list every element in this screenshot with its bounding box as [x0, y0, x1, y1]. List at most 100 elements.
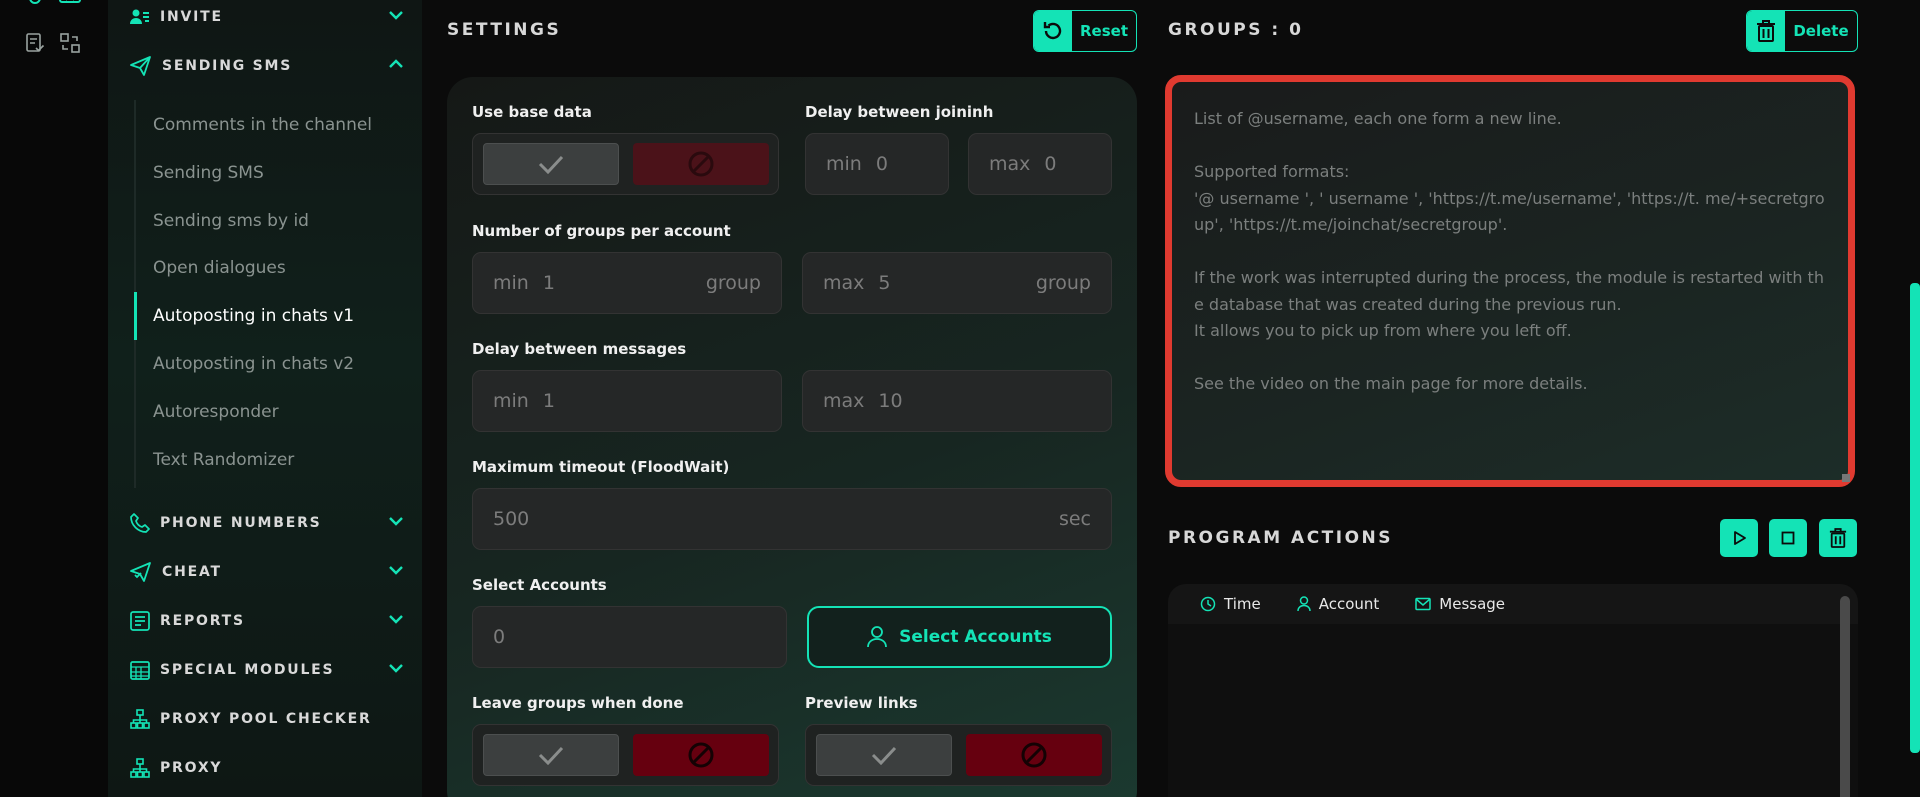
max-prefix: max [823, 272, 865, 294]
accounts-count: 0 [493, 626, 506, 648]
max-prefix: max [989, 153, 1031, 175]
group-suffix: group [705, 272, 761, 294]
sidebar-item-autoposting-v1[interactable]: Autoposting in chats v1 [153, 306, 354, 326]
nav-proxy-pool-checker-label: PROXY POOL CHECKER [160, 711, 372, 727]
min-prefix: min [493, 390, 529, 412]
max-value: 10 [878, 390, 903, 412]
settings-title: SETTINGS [447, 20, 562, 40]
send-icon [130, 56, 151, 76]
calendar-grid-icon [130, 661, 150, 680]
nav-phone-numbers-label: PHONE NUMBERS [160, 515, 322, 531]
max-timeout-input[interactable]: 500 sec [472, 488, 1112, 550]
max-prefix: max [823, 390, 865, 412]
select-accounts-button[interactable]: Select Accounts [807, 606, 1112, 668]
toggle-on-button[interactable] [816, 734, 952, 776]
page-scrollbar[interactable] [1910, 283, 1920, 753]
use-base-data-label: Use base data [472, 103, 592, 121]
reset-button[interactable]: Reset [1033, 10, 1137, 52]
sidebar-item-comments[interactable]: Comments in the channel [153, 115, 372, 135]
sidebar-item-text-randomizer[interactable]: Text Randomizer [153, 450, 294, 470]
max-value: 0 [1044, 153, 1057, 175]
nav-phone-numbers[interactable]: PHONE NUMBERS [130, 511, 404, 535]
toggle-off-button[interactable] [966, 734, 1102, 776]
sidebar: INVITE SENDING SMS Comments in the chann… [108, 0, 422, 797]
use-base-data-toggle [472, 133, 779, 195]
delay-messages-max-input[interactable]: max 10 [802, 370, 1112, 432]
network-icon [130, 709, 150, 729]
nav-special-modules-label: SPECIAL MODULES [160, 662, 335, 678]
min-prefix: min [826, 153, 862, 175]
nav-invite-label: INVITE [160, 9, 223, 25]
nav-sending-sms[interactable]: SENDING SMS [130, 54, 404, 78]
network-icon [130, 758, 150, 778]
sidebar-item-open-dialogues[interactable]: Open dialogues [153, 258, 286, 278]
groups-placeholder: List of @username, each one form a new l… [1194, 109, 1825, 393]
reset-label: Reset [1080, 22, 1128, 40]
trash-icon [1757, 20, 1775, 42]
delete-button[interactable]: Delete [1746, 10, 1858, 52]
document-check-icon[interactable] [24, 32, 46, 54]
delay-messages-min-input[interactable]: min 1 [472, 370, 782, 432]
submenu-active-indicator [134, 292, 137, 340]
column-time[interactable]: Time [1200, 595, 1261, 613]
toggle-off-button[interactable] [633, 734, 769, 776]
phone-icon [130, 513, 150, 533]
icon-rail [0, 0, 108, 797]
sec-suffix: sec [1058, 508, 1091, 530]
groups-max-input[interactable]: max 5 group [802, 252, 1112, 314]
play-button[interactable] [1720, 519, 1758, 557]
chevron-down-icon [389, 517, 403, 526]
trash-icon [1829, 528, 1847, 548]
user-icon [867, 626, 888, 648]
groups-min-input[interactable]: min 1 group [472, 252, 782, 314]
leave-groups-toggle [472, 724, 779, 786]
accounts-count-input[interactable]: 0 [472, 606, 787, 668]
timeout-value: 500 [493, 508, 530, 530]
chevron-down-icon [389, 615, 403, 624]
sidebar-item-sending-sms[interactable]: Sending SMS [153, 163, 264, 183]
action-log-table: Time Account Message [1168, 584, 1858, 797]
nav-reports[interactable]: REPORTS [130, 609, 404, 633]
preview-links-toggle [805, 724, 1112, 786]
toggle-off-button[interactable] [633, 143, 769, 185]
groups-textarea[interactable]: List of @username, each one form a new l… [1165, 75, 1855, 487]
chevron-down-icon [389, 11, 403, 20]
log-scrollbar[interactable] [1840, 596, 1850, 797]
nav-invite[interactable]: INVITE [130, 5, 404, 29]
select-accounts-button-label: Select Accounts [899, 627, 1052, 647]
toggle-on-button[interactable] [483, 734, 619, 776]
nav-special-modules[interactable]: SPECIAL MODULES [130, 658, 404, 682]
nav-reports-label: REPORTS [160, 613, 245, 629]
min-value: 0 [875, 153, 888, 175]
max-value: 5 [878, 272, 891, 294]
check-icon [538, 155, 564, 174]
toggle-on-button[interactable] [483, 143, 619, 185]
nav-proxy[interactable]: PROXY [130, 756, 404, 780]
program-actions-title: PROGRAM ACTIONS [1168, 528, 1394, 548]
nav-cheat[interactable]: CHEAT [130, 560, 404, 584]
settings-icon[interactable] [23, 0, 47, 12]
check-icon [538, 746, 564, 765]
delay-joining-max-input[interactable]: max 0 [968, 133, 1112, 195]
min-value: 1 [542, 390, 555, 412]
ban-icon [688, 151, 714, 177]
nav-proxy-pool-checker[interactable]: PROXY POOL CHECKER [130, 707, 404, 731]
delay-joining-min-input[interactable]: min 0 [805, 133, 949, 195]
resize-handle[interactable] [1842, 474, 1850, 482]
leave-groups-label: Leave groups when done [472, 694, 684, 712]
stop-button[interactable] [1769, 519, 1807, 557]
clock-icon [1200, 596, 1216, 612]
play-icon [1734, 531, 1746, 545]
sidebar-item-autoposting-v2[interactable]: Autoposting in chats v2 [153, 354, 354, 374]
code-icon[interactable] [58, 0, 82, 12]
ban-icon [688, 742, 714, 768]
clear-log-button[interactable] [1819, 519, 1857, 557]
column-message[interactable]: Message [1415, 595, 1505, 613]
sidebar-item-autoresponder[interactable]: Autoresponder [153, 402, 279, 422]
max-timeout-label: Maximum timeout (FloodWait) [472, 458, 730, 476]
nav-proxy-label: PROXY [160, 760, 223, 776]
sidebar-item-sending-sms-by-id[interactable]: Sending sms by id [153, 211, 309, 231]
swap-icon[interactable] [59, 32, 81, 54]
column-account[interactable]: Account [1296, 595, 1379, 613]
delete-label: Delete [1793, 22, 1849, 40]
